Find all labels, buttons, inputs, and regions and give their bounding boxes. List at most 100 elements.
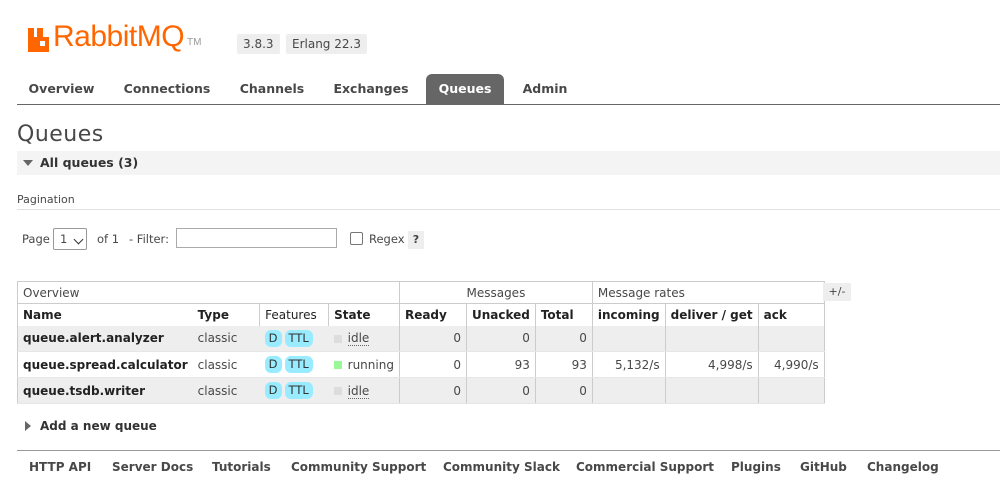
- state-label: running: [347, 357, 394, 372]
- column-header-row: Name Type Features State Ready Unacked T…: [16, 303, 825, 326]
- group-messages: Messages: [398, 281, 593, 304]
- filter-label: - Filter:: [129, 232, 169, 246]
- feature-durable-badge: D: [264, 329, 282, 347]
- main-nav: Overview Connections Channels Exchanges …: [17, 74, 1000, 105]
- regex-checkbox[interactable]: [350, 232, 363, 245]
- total-count: 0: [534, 377, 593, 404]
- ready-count: 0: [398, 325, 467, 352]
- unacked-count: 0: [465, 325, 536, 352]
- tab-channels[interactable]: Channels: [230, 74, 314, 104]
- col-incoming[interactable]: incoming: [591, 303, 666, 326]
- deliver-rate: [664, 377, 759, 404]
- footer-link-changelog[interactable]: Changelog: [867, 460, 939, 474]
- page-title: Queues: [17, 122, 104, 147]
- deliver-rate: [664, 325, 759, 352]
- col-features[interactable]: Features: [259, 303, 330, 326]
- tab-connections[interactable]: Connections: [117, 74, 217, 104]
- unacked-count: 93: [465, 351, 536, 378]
- all-queues-section-toggle[interactable]: All queues (3): [17, 151, 1000, 175]
- divider: [17, 209, 1000, 210]
- filter-input[interactable]: [176, 228, 337, 248]
- header: RabbitMQ TM 3.8.3 Erlang 22.3: [0, 0, 1000, 74]
- queue-name-link[interactable]: queue.spread.calculator: [16, 351, 193, 378]
- erlang-version-badge: Erlang 22.3: [286, 34, 367, 54]
- tab-exchanges[interactable]: Exchanges: [326, 74, 416, 104]
- feature-ttl-badge: TTL: [284, 382, 313, 399]
- rabbit-logo-icon: [28, 28, 49, 52]
- state-indicator-icon: [333, 334, 342, 343]
- queue-type: classic: [192, 351, 260, 378]
- state-indicator-icon: [333, 361, 342, 369]
- expand-triangle-icon: [25, 421, 31, 431]
- footer-link-http-api[interactable]: HTTP API: [29, 460, 91, 474]
- queues-table: Overview Messages Message rates Name Typ…: [16, 281, 825, 404]
- tab-queues[interactable]: Queues: [426, 74, 504, 104]
- footer-link-community-slack[interactable]: Community Slack: [443, 460, 560, 474]
- incoming-rate: [591, 377, 666, 404]
- table-row[interactable]: queue.tsdb.writer classic D TTL idle 0 0 …: [16, 377, 825, 404]
- queue-features: D TTL: [259, 325, 329, 352]
- col-ready[interactable]: Ready: [398, 303, 467, 326]
- unacked-count: 0: [465, 377, 536, 404]
- pagination-heading: Pagination: [17, 193, 75, 206]
- ready-count: 0: [398, 377, 467, 404]
- table-row[interactable]: queue.alert.analyzer classic D TTL idle 0…: [16, 325, 825, 352]
- version-badge: 3.8.3: [237, 34, 280, 54]
- trademark: TM: [187, 37, 202, 48]
- pagination-controls: Page 1 of 1 - Filter: Regex ?: [22, 228, 542, 252]
- queue-features: D TTL: [259, 377, 329, 404]
- state-indicator-icon: [333, 387, 342, 395]
- footer-link-tutorials[interactable]: Tutorials: [212, 460, 271, 474]
- feature-durable-badge: D: [264, 356, 282, 373]
- queue-state: idle: [328, 377, 400, 404]
- total-count: 0: [534, 325, 593, 352]
- tab-overview[interactable]: Overview: [17, 74, 106, 104]
- col-deliver-get[interactable]: deliver / get: [664, 303, 759, 326]
- col-state[interactable]: State: [328, 303, 400, 326]
- col-total[interactable]: Total: [535, 303, 593, 326]
- incoming-rate: 5,132/s: [591, 351, 666, 378]
- section-label: All queues (3): [40, 155, 139, 170]
- chevron-down-icon: [73, 234, 84, 245]
- page-label: Page: [22, 232, 50, 246]
- group-overview: Overview: [17, 281, 400, 304]
- footer-link-github[interactable]: GitHub: [800, 460, 847, 474]
- rabbitmq-logo[interactable]: RabbitMQ TM: [27, 16, 202, 52]
- page-select-value: 1: [60, 232, 68, 246]
- state-label: idle: [347, 383, 370, 399]
- col-unacked[interactable]: Unacked: [465, 303, 536, 326]
- deliver-rate: 4,998/s: [664, 351, 759, 378]
- col-type[interactable]: Type: [192, 303, 260, 326]
- feature-ttl-badge: TTL: [284, 329, 313, 347]
- state-label: idle: [347, 331, 370, 347]
- feature-durable-badge: D: [264, 382, 282, 399]
- toggle-columns-button[interactable]: +/-: [823, 283, 851, 301]
- footer-link-server-docs[interactable]: Server Docs: [112, 460, 193, 474]
- queue-name-link[interactable]: queue.tsdb.writer: [16, 377, 193, 404]
- ack-rate: 4,990/s: [757, 351, 825, 378]
- ack-rate: [757, 377, 825, 404]
- column-group-row: Overview Messages Message rates: [17, 281, 825, 304]
- total-count: 93: [534, 351, 593, 378]
- brand-wordmark: RabbitMQ: [53, 20, 185, 53]
- feature-ttl-badge: TTL: [284, 356, 313, 373]
- col-name[interactable]: Name: [16, 303, 193, 326]
- tab-admin[interactable]: Admin: [514, 74, 576, 104]
- page-count-label: of 1: [97, 232, 120, 246]
- queue-state: idle: [328, 325, 400, 352]
- col-ack[interactable]: ack: [757, 303, 825, 326]
- footer: HTTP API Server Docs Tutorials Community…: [17, 450, 1000, 490]
- page-select[interactable]: 1: [53, 228, 87, 250]
- ack-rate: [757, 325, 825, 352]
- divider: [17, 432, 317, 448]
- collapse-triangle-icon: [23, 160, 33, 166]
- group-message-rates: Message rates: [591, 281, 825, 304]
- queue-name-link[interactable]: queue.alert.analyzer: [16, 325, 193, 352]
- table-row[interactable]: queue.spread.calculator classic D TTL run…: [16, 351, 825, 378]
- queue-type: classic: [192, 377, 260, 404]
- incoming-rate: [591, 325, 666, 352]
- footer-link-community-support[interactable]: Community Support: [291, 460, 426, 474]
- footer-link-commercial-support[interactable]: Commercial Support: [576, 460, 714, 474]
- regex-help-button[interactable]: ?: [408, 231, 424, 249]
- footer-link-plugins[interactable]: Plugins: [731, 460, 781, 474]
